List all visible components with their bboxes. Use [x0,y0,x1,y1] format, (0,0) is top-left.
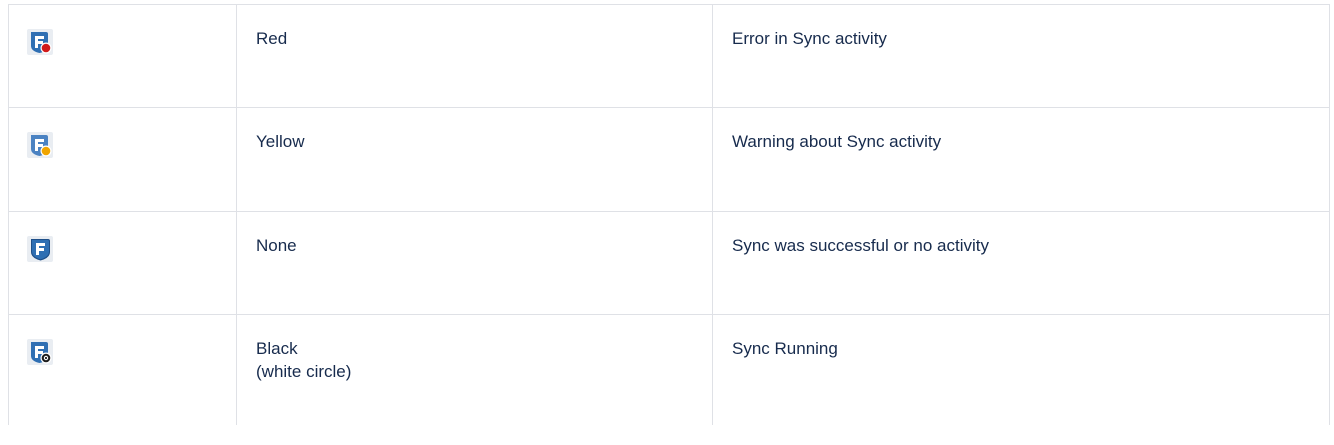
color-cell: Black (white circle) [236,314,713,425]
color-cell: Yellow [236,107,713,212]
color-label: Yellow [256,132,305,151]
table-row: Black (white circle) Sync Running [8,314,1330,425]
description-text: Warning about Sync activity [732,132,942,151]
color-label: Red [256,29,288,48]
color-cell: None [236,211,713,315]
description-text: Sync Running [732,339,838,358]
table-row: Yellow Warning about Sync activity [8,107,1330,212]
icon-cell [8,107,237,212]
icon-cell [8,314,237,425]
table-row: Red Error in Sync activity [8,4,1330,108]
description-cell: Sync was successful or no activity [712,211,1330,315]
description-text: Sync was successful or no activity [732,236,989,255]
color-note: (white circle) [256,362,352,381]
sync-success-icon [27,236,53,262]
description-cell: Sync Running [712,314,1330,425]
description-cell: Warning about Sync activity [712,107,1330,212]
sync-warning-icon [27,132,53,158]
sync-error-icon [27,29,53,55]
sync-status-table: Red Error in Sync activity Yellow Warnin… [8,4,1330,425]
sync-running-icon [27,339,53,365]
icon-cell [8,211,237,315]
icon-cell [8,4,237,108]
table-row: None Sync was successful or no activity [8,211,1330,315]
color-cell: Red [236,4,713,108]
description-cell: Error in Sync activity [712,4,1330,108]
color-label: Black [256,339,298,358]
description-text: Error in Sync activity [732,29,887,48]
color-label: None [256,236,297,255]
